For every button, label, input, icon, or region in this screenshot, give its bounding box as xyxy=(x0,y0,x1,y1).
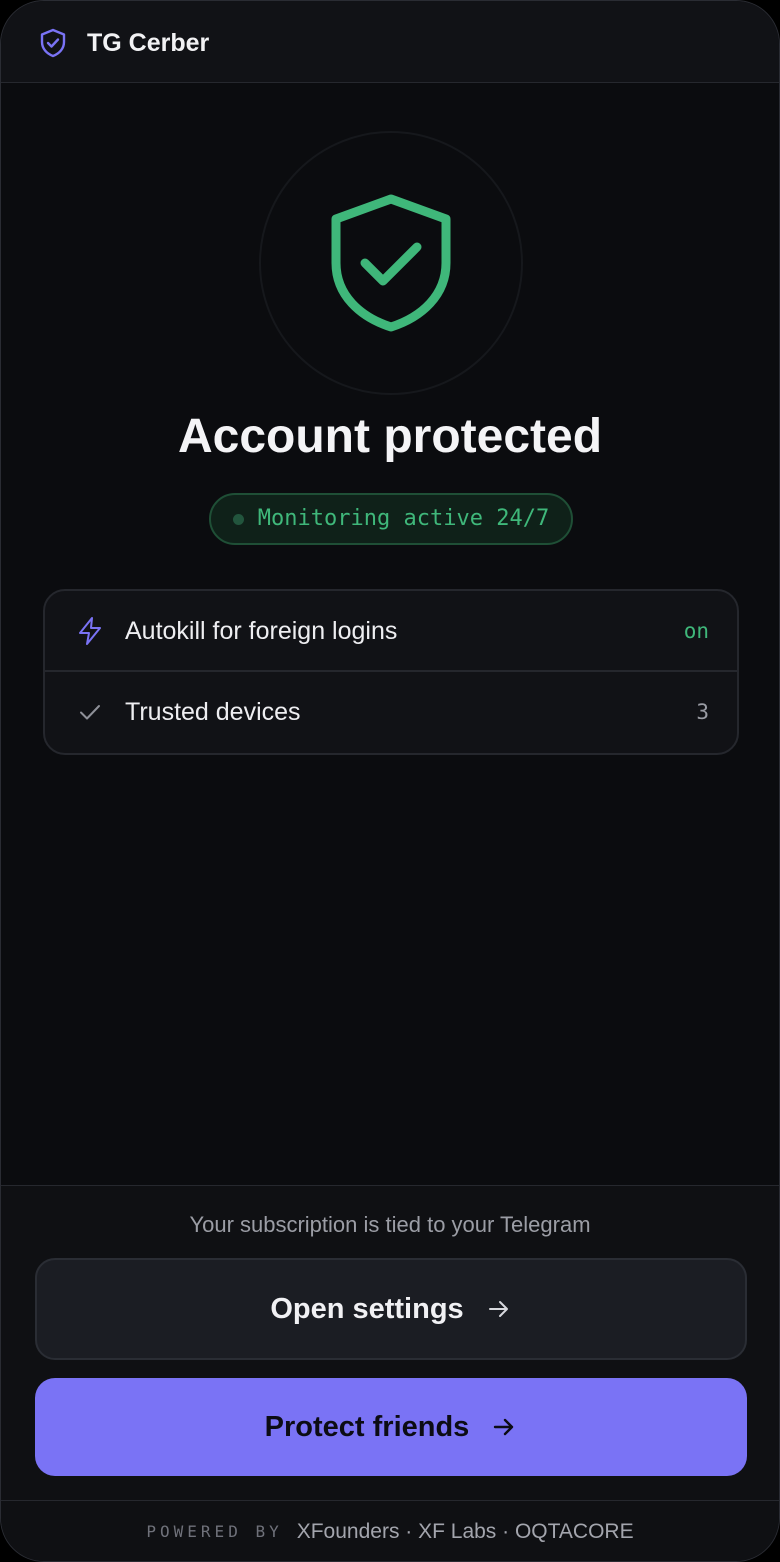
subscription-note: Your subscription is tied to your Telegr… xyxy=(189,1212,591,1237)
open-settings-button[interactable]: Open settings xyxy=(35,1258,747,1360)
powered-by-brands: XFounders · XF Labs · OQTACORE xyxy=(296,1519,634,1543)
autokill-status: on xyxy=(683,619,709,643)
status-title: Account protected xyxy=(177,410,603,463)
protect-friends-button[interactable]: Protect friends xyxy=(35,1378,747,1476)
row-label: Autokill for foreign logins xyxy=(125,617,398,645)
shield-check-icon xyxy=(37,27,69,59)
app-frame: TG Cerber Account protected Monitoring a… xyxy=(0,0,780,1562)
trusted-devices-count: 3 xyxy=(696,700,709,724)
arrow-right-icon xyxy=(491,1414,517,1440)
monitoring-text: Monitoring active 24/7 xyxy=(257,506,550,531)
row-label: Trusted devices xyxy=(125,698,301,726)
footer-panel: Your subscription is tied to your Telegr… xyxy=(1,1185,779,1561)
app-header: TG Cerber xyxy=(1,1,779,83)
info-row-autokill: Autokill for foreign logins on xyxy=(45,591,737,672)
lightning-icon xyxy=(75,616,105,646)
powered-by-bar: POWERED BY XFounders · XF Labs · OQTACOR… xyxy=(1,1500,779,1561)
status-dot xyxy=(232,513,244,525)
button-label: Open settings xyxy=(270,1293,464,1325)
app-title: TG Cerber xyxy=(87,29,210,57)
monitoring-badge: Monitoring active 24/7 xyxy=(209,493,573,545)
arrow-right-icon xyxy=(486,1296,512,1322)
button-label: Protect friends xyxy=(264,1411,470,1443)
shield-check-icon xyxy=(321,191,461,335)
info-row-trusted-devices: Trusted devices 3 xyxy=(45,672,737,753)
protection-info-card: Autokill for foreign logins on Trusted d… xyxy=(43,589,739,755)
check-icon xyxy=(75,697,105,727)
powered-by-label: POWERED BY xyxy=(146,1522,283,1541)
